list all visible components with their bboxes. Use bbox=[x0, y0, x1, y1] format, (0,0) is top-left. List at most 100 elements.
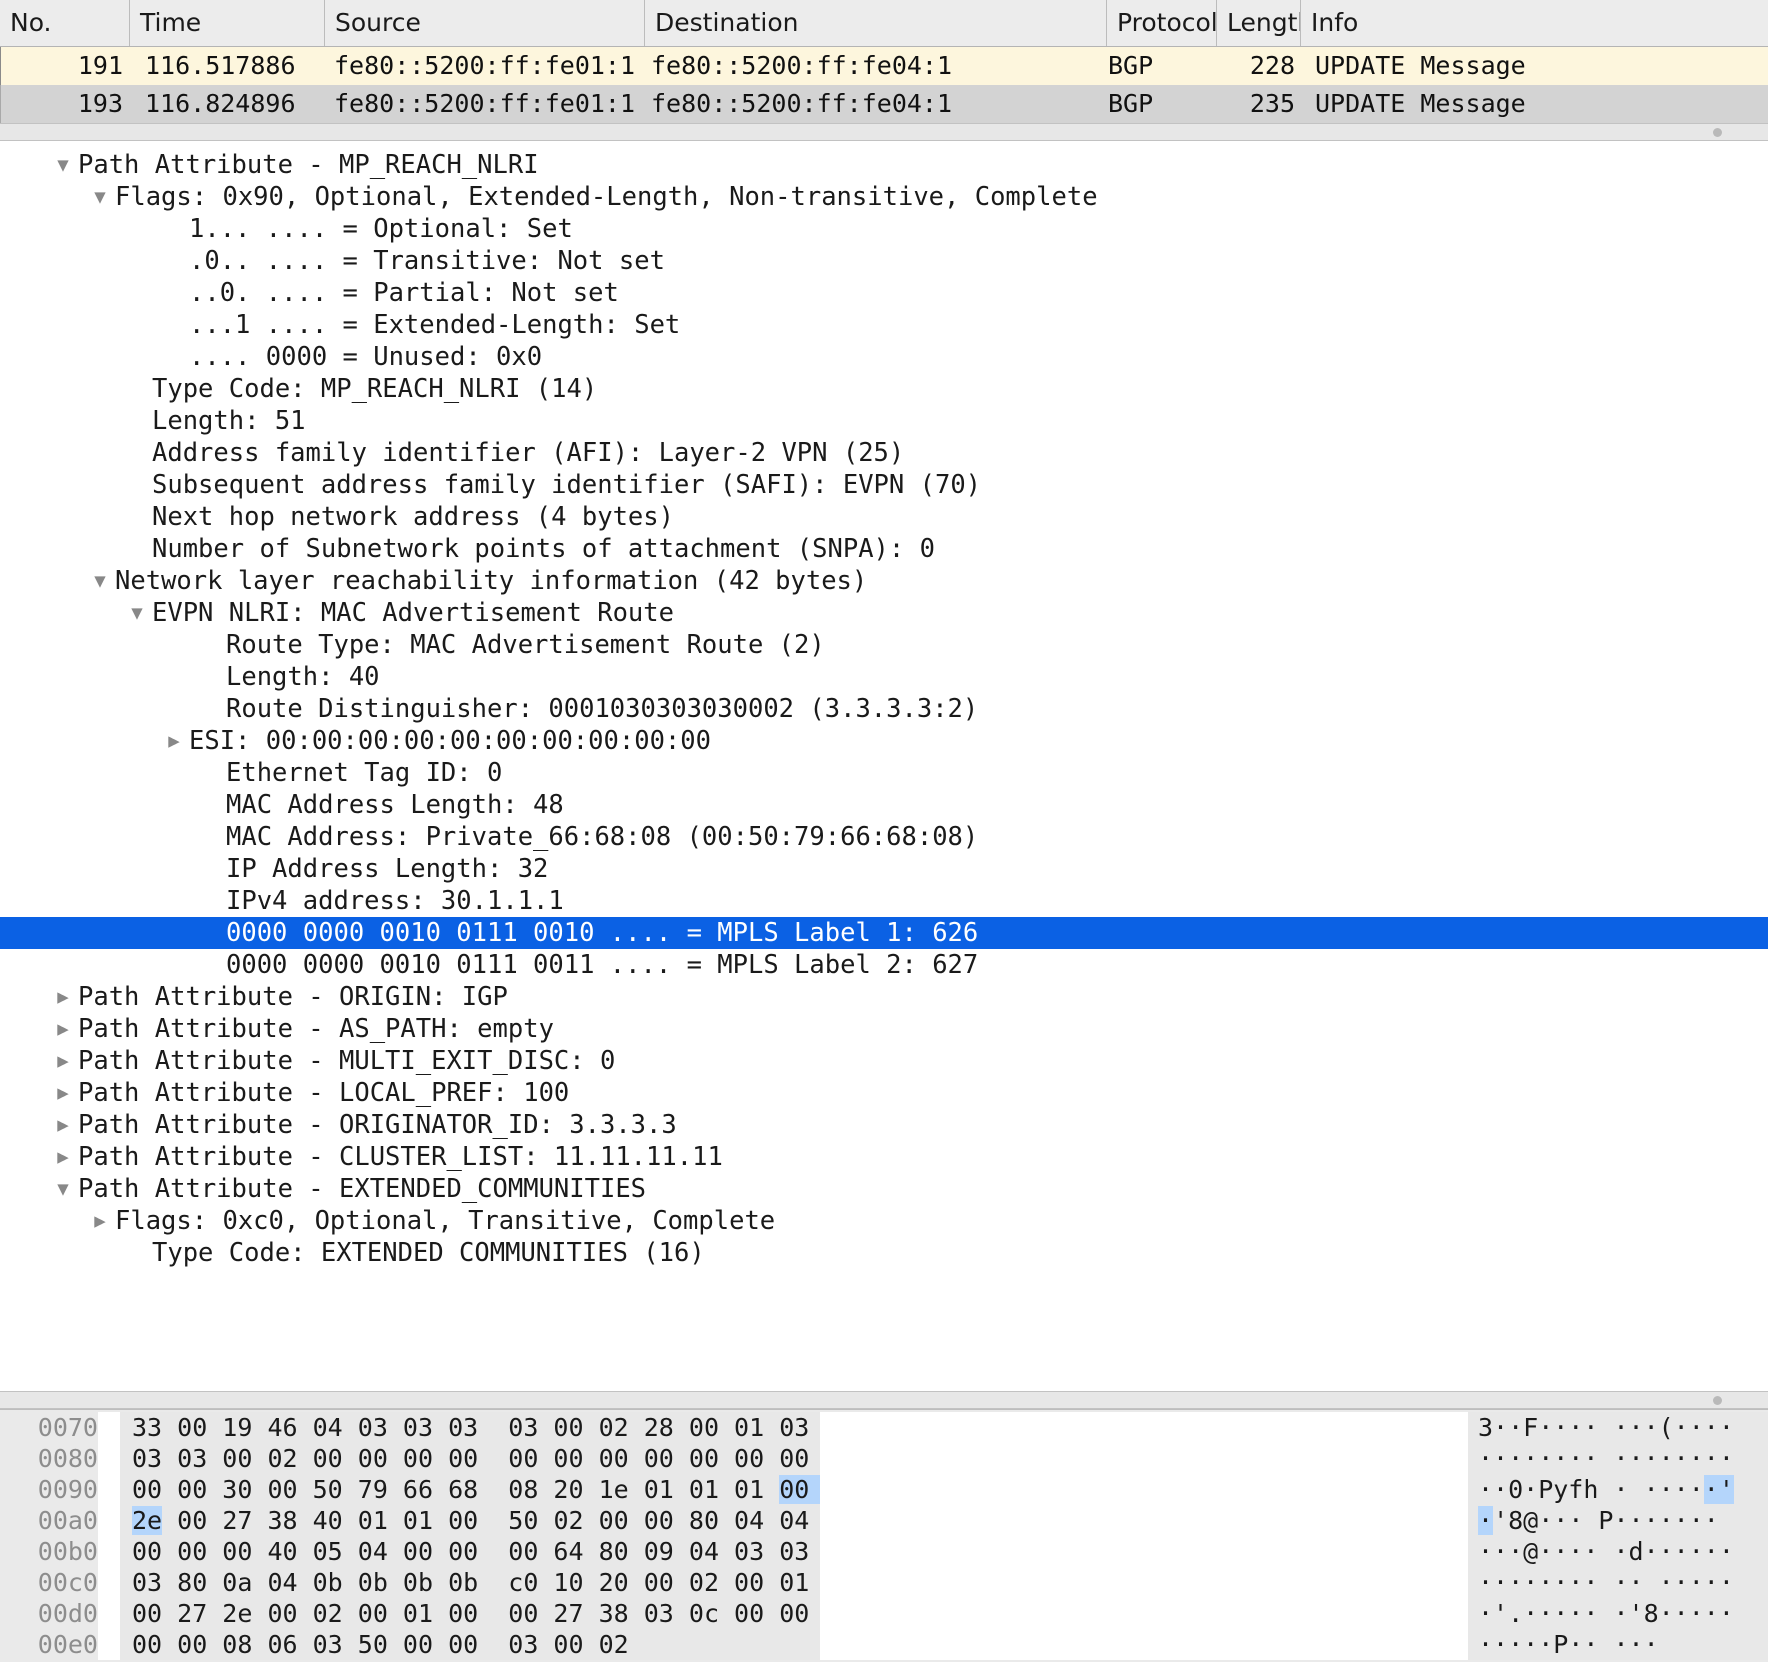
hex-dump-row[interactable]: 0070 33 00 19 46 04 03 03 03 03 00 02 28 … bbox=[0, 1412, 1768, 1443]
hex-dump-row[interactable]: 0080 03 03 00 02 00 00 00 00 00 00 00 00 … bbox=[0, 1443, 1768, 1474]
tree-item-label: .0.. .... = Transitive: Not set bbox=[189, 246, 665, 276]
tree-item[interactable]: Subsequent address family identifier (SA… bbox=[0, 469, 1768, 501]
hex-ascii[interactable]: ·····P·· ··· bbox=[1468, 1629, 1768, 1660]
tree-item-label: Type Code: MP_REACH_NLRI (14) bbox=[152, 374, 598, 404]
table-row[interactable]: 191 116.517886 fe80::5200:ff:fe01:1 fe80… bbox=[0, 47, 1768, 85]
tree-item-label: Path Attribute - CLUSTER_LIST: 11.11.11.… bbox=[78, 1142, 723, 1172]
triangle-right-icon[interactable]: ▶ bbox=[48, 1077, 78, 1109]
hex-bytes[interactable]: 03 03 00 02 00 00 00 00 00 00 00 00 00 0… bbox=[120, 1443, 854, 1474]
hex-spacer bbox=[820, 1536, 1468, 1567]
tree-item-label: IPv4 address: 30.1.1.1 bbox=[226, 886, 564, 916]
tree-item[interactable]: Route Type: MAC Advertisement Route (2) bbox=[0, 629, 1768, 661]
tree-item[interactable]: ▼ Path Attribute - EXTENDED_COMMUNITIES bbox=[0, 1173, 1768, 1205]
tree-item[interactable]: Address family identifier (AFI): Layer-2… bbox=[0, 437, 1768, 469]
column-header-no[interactable]: No. bbox=[0, 0, 130, 46]
hex-offset: 0070 bbox=[0, 1412, 98, 1443]
hex-bytes[interactable]: 00 27 2e 00 02 00 01 00 00 27 38 03 0c 0… bbox=[120, 1598, 854, 1629]
tree-item[interactable]: Route Distinguisher: 0001030303030002 (3… bbox=[0, 693, 1768, 725]
tree-item[interactable]: ▶ Path Attribute - MULTI_EXIT_DISC: 0 bbox=[0, 1045, 1768, 1077]
tree-item[interactable]: Ethernet Tag ID: 0 bbox=[0, 757, 1768, 789]
tree-item[interactable]: 0000 0000 0010 0111 0011 .... = MPLS Lab… bbox=[0, 949, 1768, 981]
hex-dump-row[interactable]: 00a0 2e 00 27 38 40 01 01 00 50 02 00 00 … bbox=[0, 1505, 1768, 1536]
column-header-source[interactable]: Source bbox=[325, 0, 645, 46]
tree-item[interactable]: Type Code: EXTENDED COMMUNITIES (16) bbox=[0, 1237, 1768, 1269]
triangle-right-icon[interactable]: ▶ bbox=[48, 1045, 78, 1077]
column-header-destination[interactable]: Destination bbox=[645, 0, 1107, 46]
tree-item[interactable]: ▶ Path Attribute - LOCAL_PREF: 100 bbox=[0, 1077, 1768, 1109]
triangle-right-icon[interactable]: ▶ bbox=[48, 1013, 78, 1045]
hex-ascii[interactable]: ··0·Pyfh · ·····' bbox=[1468, 1474, 1768, 1505]
hex-ascii[interactable]: ········ ·· ····· bbox=[1468, 1567, 1768, 1598]
hex-bytes[interactable]: 00 00 00 40 05 04 00 00 00 64 80 09 04 0… bbox=[120, 1536, 854, 1567]
triangle-down-icon[interactable]: ▼ bbox=[48, 149, 78, 181]
tree-item[interactable]: IP Address Length: 32 bbox=[0, 853, 1768, 885]
hex-bytes[interactable]: 00 00 08 06 03 50 00 00 03 00 02 bbox=[120, 1629, 820, 1660]
pane-splitter-top[interactable] bbox=[0, 123, 1768, 141]
packet-bytes-pane[interactable]: 0070 33 00 19 46 04 03 03 03 03 00 02 28 … bbox=[0, 1409, 1768, 1662]
triangle-down-icon[interactable]: ▼ bbox=[85, 181, 115, 213]
tree-item[interactable]: .0.. .... = Transitive: Not set bbox=[0, 245, 1768, 277]
tree-item[interactable]: Length: 51 bbox=[0, 405, 1768, 437]
hex-dump-row[interactable]: 00e0 00 00 08 06 03 50 00 00 03 00 02 ····… bbox=[0, 1629, 1768, 1660]
triangle-down-icon[interactable]: ▼ bbox=[85, 565, 115, 597]
tree-item[interactable]: ...1 .... = Extended-Length: Set bbox=[0, 309, 1768, 341]
hex-bytes[interactable]: 2e 00 27 38 40 01 01 00 50 02 00 00 80 0… bbox=[120, 1505, 854, 1536]
table-row[interactable]: 193 116.824896 fe80::5200:ff:fe01:1 fe80… bbox=[0, 85, 1768, 123]
hex-gutter bbox=[98, 1536, 120, 1567]
hex-ascii[interactable]: ········ ········ bbox=[1468, 1443, 1768, 1474]
tree-item[interactable]: ▼ Path Attribute - MP_REACH_NLRI bbox=[0, 149, 1768, 181]
triangle-right-icon[interactable]: ▶ bbox=[48, 1141, 78, 1173]
column-header-info[interactable]: Info bbox=[1301, 0, 1761, 46]
tree-item[interactable]: ▼ EVPN NLRI: MAC Advertisement Route bbox=[0, 597, 1768, 629]
tree-item[interactable]: ▼ Network layer reachability information … bbox=[0, 565, 1768, 597]
tree-item-label: Length: 51 bbox=[152, 406, 306, 436]
hex-dump-row[interactable]: 00d0 00 27 2e 00 02 00 01 00 00 27 38 03 … bbox=[0, 1598, 1768, 1629]
tree-item-label: Next hop network address (4 bytes) bbox=[152, 502, 674, 532]
tree-item[interactable]: MAC Address Length: 48 bbox=[0, 789, 1768, 821]
tree-item[interactable]: ▶ Path Attribute - ORIGIN: IGP bbox=[0, 981, 1768, 1013]
tree-item[interactable]: ▶ Flags: 0xc0, Optional, Transitive, Comp… bbox=[0, 1205, 1768, 1237]
packet-detail-pane[interactable]: ▼ Path Attribute - MP_REACH_NLRI ▼ Flags: 0… bbox=[0, 141, 1768, 1391]
tree-item[interactable]: .... 0000 = Unused: 0x0 bbox=[0, 341, 1768, 373]
hex-bytes[interactable]: 00 00 30 00 50 79 66 68 08 20 1e 01 01 0… bbox=[120, 1474, 855, 1505]
tree-item-label: Route Distinguisher: 0001030303030002 (3… bbox=[226, 694, 979, 724]
tree-item[interactable]: ▼ Flags: 0x90, Optional, Extended-Length,… bbox=[0, 181, 1768, 213]
hex-dump-row[interactable]: 00c0 03 80 0a 04 0b 0b 0b 0b c0 10 20 00 … bbox=[0, 1567, 1768, 1598]
tree-item[interactable]: MAC Address: Private_66:68:08 (00:50:79:… bbox=[0, 821, 1768, 853]
tree-item[interactable]: IPv4 address: 30.1.1.1 bbox=[0, 885, 1768, 917]
hex-ascii[interactable]: ·'.····· ·'8····· bbox=[1468, 1598, 1768, 1629]
hex-ascii[interactable]: ···@···· ·d······ bbox=[1468, 1536, 1768, 1567]
tree-item[interactable]: Type Code: MP_REACH_NLRI (14) bbox=[0, 373, 1768, 405]
tree-item[interactable]: ▶ ESI: 00:00:00:00:00:00:00:00:00:00 bbox=[0, 725, 1768, 757]
triangle-down-icon[interactable]: ▼ bbox=[48, 1173, 78, 1205]
tree-item[interactable]: 1... .... = Optional: Set bbox=[0, 213, 1768, 245]
tree-item[interactable]: Length: 40 bbox=[0, 661, 1768, 693]
triangle-right-icon[interactable]: ▶ bbox=[48, 981, 78, 1013]
hex-dump-row[interactable]: 00b0 00 00 00 40 05 04 00 00 00 64 80 09 … bbox=[0, 1536, 1768, 1567]
tree-item-selected[interactable]: 0000 0000 0010 0111 0010 .... = MPLS Lab… bbox=[0, 917, 1768, 949]
pane-splitter-bottom[interactable] bbox=[0, 1391, 1768, 1409]
tree-item[interactable]: ▶ Path Attribute - AS_PATH: empty bbox=[0, 1013, 1768, 1045]
tree-item[interactable]: ▶ Path Attribute - CLUSTER_LIST: 11.11.11… bbox=[0, 1141, 1768, 1173]
column-header-protocol[interactable]: Protocol bbox=[1107, 0, 1217, 46]
column-header-time[interactable]: Time bbox=[130, 0, 325, 46]
hex-spacer bbox=[820, 1629, 1468, 1660]
hex-bytes[interactable]: 33 00 19 46 04 03 03 03 03 00 02 28 00 0… bbox=[120, 1412, 854, 1443]
hex-dump-row[interactable]: 0090 00 00 30 00 50 79 66 68 08 20 1e 01 … bbox=[0, 1474, 1768, 1505]
tree-item[interactable]: ▶ Path Attribute - ORIGINATOR_ID: 3.3.3.3 bbox=[0, 1109, 1768, 1141]
triangle-right-icon[interactable]: ▶ bbox=[85, 1205, 115, 1237]
tree-item[interactable]: Number of Subnetwork points of attachmen… bbox=[0, 533, 1768, 565]
tree-item[interactable]: ..0. .... = Partial: Not set bbox=[0, 277, 1768, 309]
tree-item[interactable]: Next hop network address (4 bytes) bbox=[0, 501, 1768, 533]
column-header-length[interactable]: Length bbox=[1217, 0, 1301, 46]
triangle-down-icon[interactable]: ▼ bbox=[122, 597, 152, 629]
tree-item-label: Path Attribute - MULTI_EXIT_DISC: 0 bbox=[78, 1046, 616, 1076]
hex-ascii[interactable]: ·'8@··· P······· bbox=[1468, 1505, 1768, 1536]
triangle-right-icon[interactable]: ▶ bbox=[48, 1109, 78, 1141]
hex-ascii[interactable]: 3··F···· ···(···· bbox=[1468, 1412, 1768, 1443]
hex-bytes[interactable]: 03 80 0a 04 0b 0b 0b 0b c0 10 20 00 02 0… bbox=[120, 1567, 854, 1598]
triangle-right-icon[interactable]: ▶ bbox=[159, 725, 189, 757]
tree-item-label: Path Attribute - EXTENDED_COMMUNITIES bbox=[78, 1174, 647, 1204]
tree-item-label: ..0. .... = Partial: Not set bbox=[189, 278, 619, 308]
cell-time: 116.824896 bbox=[145, 89, 296, 118]
